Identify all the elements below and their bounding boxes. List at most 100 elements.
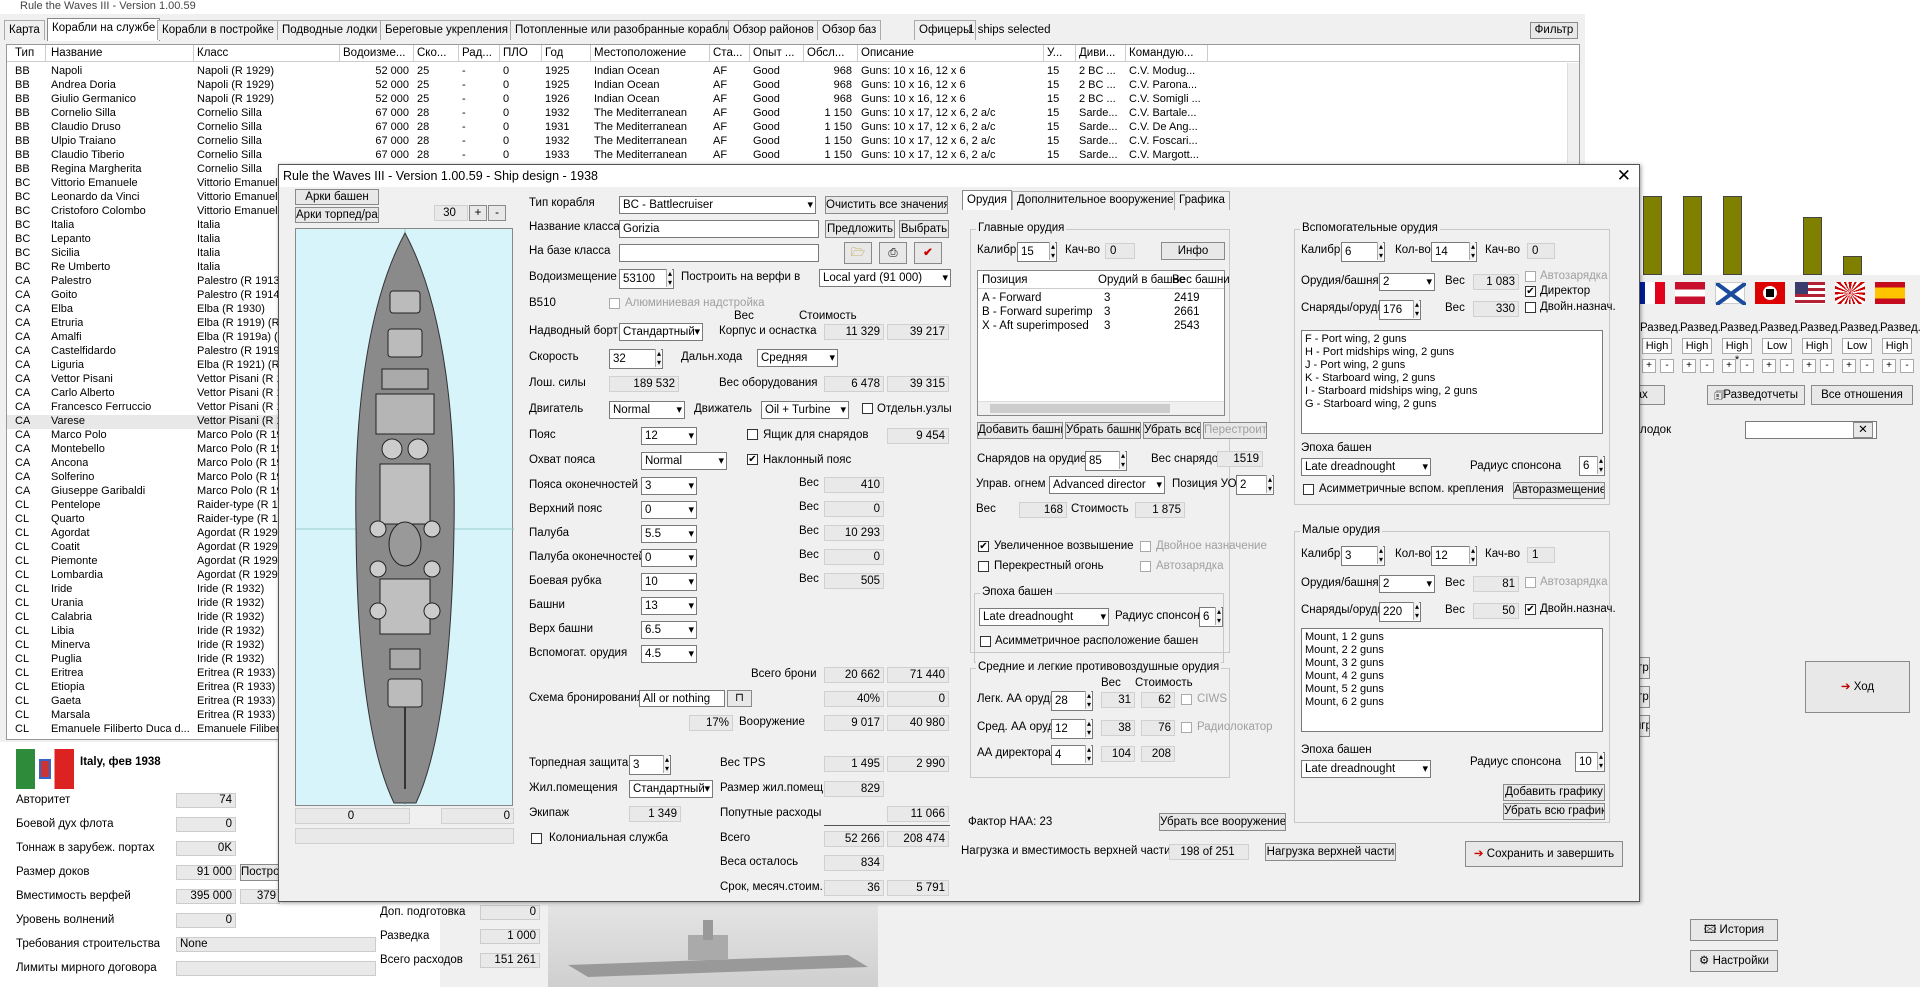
- intel-minus-button[interactable]: -: [1820, 359, 1834, 373]
- light-aa-spinner[interactable]: 28: [1051, 691, 1093, 711]
- intel-plus-button[interactable]: +: [1882, 359, 1896, 373]
- clear-all-button[interactable]: Очистить все значения: [825, 196, 948, 214]
- ship-view[interactable]: [295, 228, 514, 807]
- turret-arcs-button[interactable]: Арки башен: [295, 189, 379, 205]
- turrets-select[interactable]: 13: [641, 597, 697, 615]
- med-aa-spinner[interactable]: 12: [1051, 719, 1093, 739]
- turret-row-pos[interactable]: B - Forward superimpo...: [982, 306, 1092, 318]
- save-finish-button[interactable]: ➔ Сохранить и завершить: [1465, 841, 1623, 867]
- torpedo-arcs-button[interactable]: Арки торпед/ракет: [295, 207, 379, 223]
- small-per-turret-select[interactable]: 2: [1379, 575, 1435, 593]
- range-select[interactable]: Средняя: [757, 349, 838, 367]
- separate-units-checkbox[interactable]: [862, 403, 873, 414]
- turret-row-pos[interactable]: A - Forward: [982, 292, 1092, 304]
- col-status[interactable]: Ста...: [713, 47, 742, 59]
- all-relations-button[interactable]: Все отношения: [1811, 385, 1913, 405]
- shell-box-checkbox[interactable]: [747, 429, 758, 440]
- tab-submarines[interactable]: Подводные лодки: [277, 20, 383, 40]
- aluminum-checkbox[interactable]: [609, 298, 620, 309]
- add-graphics-button[interactable]: Добавить графику: [1503, 784, 1605, 801]
- remove-turret-button[interactable]: Убрать башню: [1065, 422, 1141, 439]
- intel-reports-button[interactable]: 🗊 Разведотчеты: [1707, 385, 1805, 405]
- turret-hscroll[interactable]: [978, 401, 1224, 415]
- upper-belt-select[interactable]: 0: [641, 501, 697, 519]
- col-radius[interactable]: Рад...: [462, 47, 492, 59]
- tab-graphics[interactable]: Графика: [1174, 191, 1230, 210]
- belt-select[interactable]: 12: [641, 427, 697, 445]
- sec-asym-checkbox[interactable]: [1303, 484, 1314, 495]
- tab-sunk[interactable]: Потопленные или разобранные корабли: [510, 20, 737, 40]
- col-name[interactable]: Название: [51, 47, 102, 59]
- intel-plus-button[interactable]: +: [1682, 359, 1696, 373]
- dialog-close-icon[interactable]: ✕: [1617, 165, 1631, 187]
- sec-per-turret-select[interactable]: 2: [1379, 273, 1435, 291]
- list-item[interactable]: K - Starboard wing, 2 guns: [1305, 372, 1599, 385]
- sec-era-select[interactable]: Late dreadnought: [1301, 458, 1431, 476]
- col-asw[interactable]: ПЛО: [503, 47, 528, 59]
- list-item[interactable]: Mount, 2 2 guns: [1305, 644, 1599, 657]
- remove-all-armament-button[interactable]: Убрать все вооружение: [1159, 813, 1286, 831]
- table-row[interactable]: BB Claudio Tiberio Cornelio Silla 67 000 28 -…: [7, 149, 1567, 163]
- table-row[interactable]: BB Giulio Germanico Napoli (R 1929) 52 000 2…: [7, 93, 1567, 107]
- list-scrollbar[interactable]: [1567, 63, 1579, 163]
- rebuild-button[interactable]: Перестроить: [1203, 422, 1267, 439]
- speed-spinner[interactable]: 32: [609, 349, 663, 369]
- displacement-spinner[interactable]: 53100: [619, 269, 674, 289]
- sec-mount-list[interactable]: F - Port wing, 2 guns H - Port midships …: [1301, 330, 1603, 434]
- sec-autoload-checkbox[interactable]: [1525, 271, 1536, 282]
- deck-ends-select[interactable]: 0: [641, 549, 697, 567]
- col-class[interactable]: Класс: [197, 47, 228, 59]
- list-item[interactable]: Mount, 5 2 guns: [1305, 683, 1599, 696]
- belt-cover-select[interactable]: Normal: [641, 452, 727, 470]
- drive-select[interactable]: Oil + Turbine: [761, 401, 849, 419]
- engine-select[interactable]: Normal: [609, 401, 685, 419]
- radar-checkbox[interactable]: [1181, 722, 1192, 733]
- intel-minus-button[interactable]: -: [1900, 359, 1914, 373]
- tab-areas[interactable]: Обзор районов: [728, 20, 819, 40]
- crossfire-checkbox[interactable]: [978, 561, 989, 572]
- sloped-belt-checkbox[interactable]: ✔: [747, 454, 758, 465]
- list-item[interactable]: H - Port midships wing, 2 guns: [1305, 346, 1599, 359]
- secondary-armor-select[interactable]: 4.5: [641, 645, 697, 663]
- tab-guns[interactable]: Орудия: [962, 190, 1012, 210]
- remove-graphics-button[interactable]: Убрать всю графику: [1503, 803, 1605, 820]
- turret-row-pos[interactable]: X - Aft superimposed: [982, 320, 1092, 332]
- torpedo-def-spinner[interactable]: 3: [629, 755, 671, 775]
- colonial-checkbox[interactable]: [531, 833, 542, 844]
- small-qty-spinner[interactable]: 12: [1431, 546, 1477, 566]
- col-experience[interactable]: Опыт ...: [753, 47, 795, 59]
- col-u[interactable]: У...: [1047, 47, 1062, 59]
- tab-bases[interactable]: Обзор баз: [817, 20, 882, 40]
- intel-minus-button[interactable]: -: [1860, 359, 1874, 373]
- director-checkbox[interactable]: ✔: [1525, 286, 1536, 297]
- next-turn-button[interactable]: ➔ Ход: [1805, 661, 1910, 713]
- small-caliber-spinner[interactable]: 3: [1341, 546, 1385, 566]
- col-description[interactable]: Описание: [861, 47, 914, 59]
- auto-place-button[interactable]: Авторазмещение: [1513, 482, 1605, 499]
- list-item[interactable]: J - Port wing, 2 guns: [1305, 359, 1599, 372]
- fc-position-spinner[interactable]: 2: [1236, 475, 1274, 495]
- list-item[interactable]: I - Starboard midships wing, 2 guns: [1305, 385, 1599, 398]
- intel-plus-button[interactable]: +: [1722, 359, 1736, 373]
- small-shells-spinner[interactable]: 220: [1379, 602, 1421, 622]
- shipyard-select[interactable]: Local yard (91 000): [819, 269, 951, 287]
- small-mount-list[interactable]: Mount, 1 2 guns Mount, 2 2 guns Mount, 3…: [1301, 628, 1603, 732]
- aa-director-spinner[interactable]: 4: [1051, 745, 1093, 765]
- turret-top-select[interactable]: 6.5: [641, 621, 697, 639]
- print-icon[interactable]: ⎙: [879, 242, 907, 264]
- table-row[interactable]: BB Cornelio Silla Cornelio Silla 67 000 28 - 0…: [7, 107, 1567, 121]
- tab-ships-in-service[interactable]: Корабли на службе: [47, 18, 161, 41]
- folder-open-icon[interactable]: 🗁: [844, 242, 872, 264]
- tab-extra-armament[interactable]: Дополнительное вооружение: [1012, 191, 1179, 210]
- list-item[interactable]: F - Port wing, 2 guns: [1305, 333, 1599, 346]
- col-type[interactable]: Тип: [15, 47, 34, 59]
- small-era-select[interactable]: Late dreadnought: [1301, 760, 1431, 778]
- main-caliber-spinner[interactable]: 15: [1017, 242, 1057, 262]
- fire-control-select[interactable]: Advanced director: [1049, 476, 1165, 494]
- armor-scheme-input[interactable]: All or nothing: [639, 690, 725, 707]
- dual-purpose-checkbox[interactable]: [1140, 541, 1151, 552]
- intel-plus-button[interactable]: +: [1642, 359, 1656, 373]
- arc-minus-button[interactable]: -: [488, 205, 506, 221]
- ship-type-select[interactable]: BC - Battlecruiser: [619, 196, 816, 214]
- table-row[interactable]: BB Claudio Druso Cornelio Silla 67 000 28 - 0 1…: [7, 121, 1567, 135]
